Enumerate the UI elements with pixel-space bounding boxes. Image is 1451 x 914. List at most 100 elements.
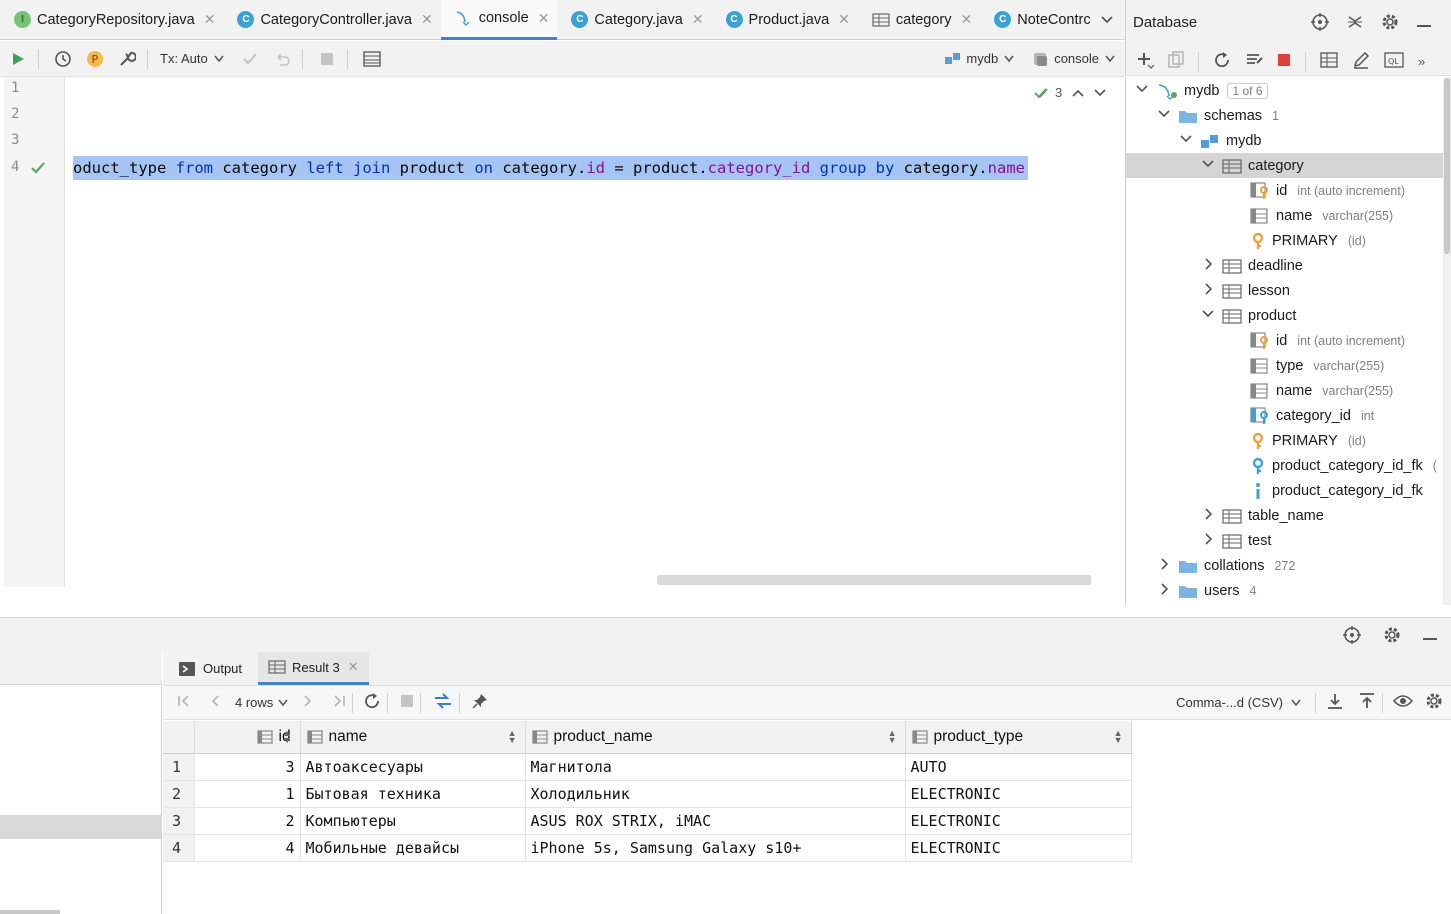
cell-name[interactable]: Мобильные девайсы [300,834,526,862]
add-icon[interactable] [1136,51,1155,72]
cell-product-type[interactable]: ELECTRONIC [905,807,1132,835]
tree-node[interactable]: test [1205,528,1271,553]
execute-icon[interactable] [4,45,32,73]
chevron-down-icon[interactable] [1202,308,1214,323]
chevron-right-icon[interactable] [1158,558,1170,573]
chevron-right-icon[interactable] [1202,283,1214,298]
tree-node[interactable]: mydb 1 of 6 [1136,78,1268,103]
editor-horizontal-scrollbar[interactable] [657,575,1091,585]
tree-node[interactable]: schemas 1 [1158,103,1279,128]
tree-node[interactable]: deadline [1205,253,1303,278]
table-row[interactable]: 3 2 Компьютеры ASUS ROX STRIX, iMAC ELECTRON… [163,807,1132,835]
chevron-right-icon[interactable] [1202,258,1214,273]
cell-product-type[interactable]: ELECTRONIC [905,780,1132,808]
copy-icon[interactable] [1168,51,1184,72]
table-view-icon[interactable] [1320,52,1338,71]
results-layout-icon[interactable] [358,45,386,73]
editor-tab[interactable]: category ✕ [858,0,980,40]
cell-product-type[interactable]: AUTO [905,753,1132,781]
tab-list-chevron-icon[interactable] [1101,13,1113,27]
chevron-down-icon[interactable] [1180,133,1192,148]
last-page-icon[interactable] [332,694,346,711]
column-header-product-name[interactable]: product_name ▲ ▼ [525,721,906,754]
cell-product-name[interactable]: Магнитола [525,753,906,781]
cell-product-name[interactable]: Холодильник [525,780,906,808]
download-icon[interactable] [1326,692,1344,713]
close-icon[interactable]: ✕ [692,11,704,28]
sort-icon[interactable]: ▲ ▼ [283,729,292,745]
minimize-icon[interactable] [1423,629,1437,644]
chevron-right-icon[interactable] [1202,508,1214,523]
sql-query-line[interactable]: oduct_type from category left join produ… [73,156,1028,180]
session-dropdown[interactable]: console [1032,51,1115,67]
tree-node[interactable]: product_category_id_fk ( [1250,453,1437,478]
reload-icon[interactable] [363,692,381,713]
chevron-down-icon[interactable] [1202,158,1214,173]
editor-tab[interactable]: C NoteContrc [980,0,1098,40]
tree-node[interactable]: name varchar(255) [1250,203,1393,228]
tree-node[interactable]: category [1202,153,1304,178]
editor-tab[interactable]: C CategoryController.java ✕ [223,0,440,40]
rollback-icon[interactable] [268,45,296,73]
view-eye-icon[interactable] [1392,694,1414,711]
services-tree-scroll-thumb[interactable] [0,910,60,914]
tab-result[interactable]: Result 3 ✕ [258,652,369,685]
tree-node[interactable]: users 4 [1161,578,1256,603]
tree-node[interactable]: lesson [1205,278,1290,303]
tree-node[interactable]: table_name [1205,503,1324,528]
database-tree-scroll-thumb[interactable] [1444,78,1450,254]
sort-icon[interactable]: ▲ ▼ [1114,729,1123,745]
minimize-icon[interactable] [1417,16,1431,31]
tree-node[interactable]: PRIMARY (id) [1250,228,1366,253]
tree-node[interactable]: product_category_id_fk [1250,478,1423,503]
stop-icon[interactable] [1277,53,1291,70]
result-grid[interactable]: id ▲ ▼ name ▲ ▼ product_name ▲ ▼ product_ty… [163,721,1132,862]
cell-id[interactable]: 4 [194,834,301,862]
cell-product-type[interactable]: ELECTRONIC [905,834,1132,862]
cell-product-name[interactable]: iPhone 5s, Samsung Galaxy s10+ [525,834,906,862]
column-header-name[interactable]: name ▲ ▼ [300,721,526,754]
tree-node[interactable]: id int (auto increment) [1250,178,1405,203]
explain-plan-icon[interactable]: P [81,45,109,73]
close-icon[interactable]: ✕ [204,11,216,28]
tree-node[interactable]: PRIMARY (id) [1250,428,1366,453]
chevron-down-icon[interactable] [1136,83,1148,98]
tab-output[interactable]: Output [179,652,242,685]
sort-icon[interactable]: ▲ ▼ [508,729,517,745]
check-icon[interactable] [30,161,46,178]
tree-node-detail[interactable]: 1 of 6 [1227,82,1268,99]
editor-tab[interactable]: C Product.java ✕ [712,0,858,40]
row-count-dropdown[interactable]: 4 rows [235,695,288,710]
close-icon[interactable]: ✕ [961,11,973,28]
editor-tab[interactable]: C Category.java ✕ [557,0,711,40]
stop-icon[interactable] [313,45,341,73]
chevron-right-icon[interactable] [1202,533,1214,548]
tree-node[interactable]: name varchar(255) [1250,378,1393,403]
previous-page-icon[interactable] [209,694,221,711]
tree-node[interactable]: id int (auto increment) [1250,328,1405,353]
cell-id[interactable]: 2 [194,807,301,835]
table-row[interactable]: 4 4 Мобильные девайсы iPhone 5s, Samsung Ga… [163,834,1132,862]
schema-sync-icon[interactable] [1245,51,1263,72]
database-tree[interactable]: mydb 1 of 6 schemas 1 mydb category id int (aut… [1125,77,1443,605]
datasource-dropdown[interactable]: mydb [944,51,1014,67]
query-console-icon[interactable]: QL [1384,52,1404,71]
gear-icon[interactable] [1425,692,1443,713]
sort-icon[interactable]: ▲ ▼ [888,729,897,745]
first-page-icon[interactable] [177,694,191,711]
table-row[interactable]: 1 3 Автоаксесуары Магнитола AUTO [163,753,1132,781]
close-icon[interactable]: ✕ [421,11,433,28]
cell-product-name[interactable]: ASUS ROX STRIX, iMAC [525,807,906,835]
history-icon[interactable] [49,45,77,73]
close-icon[interactable]: ✕ [348,659,359,675]
cell-name[interactable]: Компьютеры [300,807,526,835]
chevron-down-icon[interactable] [1094,85,1106,100]
cell-name[interactable]: Автоаксесуары [300,753,526,781]
tree-node[interactable]: collations 272 [1161,553,1295,578]
column-header-product-type[interactable]: product_type ▲ ▼ [905,721,1132,754]
edit-icon[interactable] [1352,51,1370,72]
settings-wrench-icon[interactable] [113,45,141,73]
locate-icon[interactable] [1311,13,1329,34]
sql-editor[interactable] [66,77,1124,587]
chevron-up-icon[interactable] [1072,85,1084,100]
